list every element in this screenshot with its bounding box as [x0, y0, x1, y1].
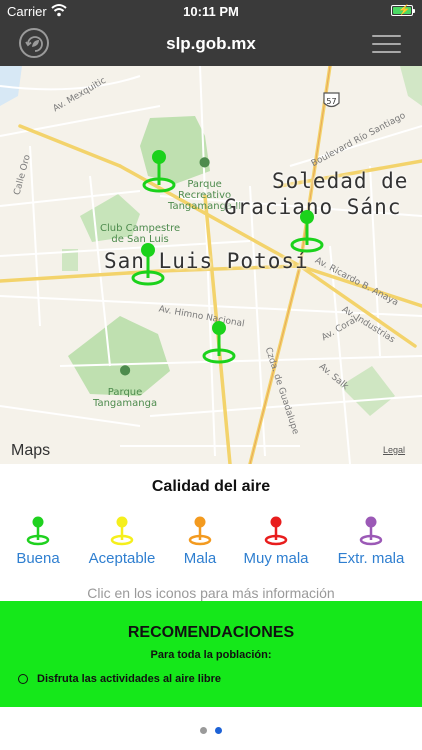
legend-title: Calidad del aire [151, 478, 271, 495]
legal-link[interactable]: Legal [383, 445, 405, 455]
legend-hint: Clic en los iconos para más información [87, 585, 335, 601]
page-dot-1[interactable] [200, 727, 207, 734]
station-marker[interactable] [289, 209, 325, 253]
recommendation-item: Disfruta las actividades al aire libre [37, 673, 222, 685]
bullet-icon [18, 674, 28, 684]
page-dot-2-active[interactable] [215, 727, 222, 734]
station-marker[interactable] [141, 149, 177, 193]
recommendations-subtitle: Para toda la población: [150, 649, 272, 661]
legend-label: Muy mala [243, 550, 309, 567]
park-label: Club Campestre de San Luis [100, 212, 180, 245]
clock: 10:11 PM [183, 4, 239, 19]
highway-number: 57 [326, 97, 336, 106]
legend-label: Extr. mala [337, 550, 405, 567]
pin-icon [264, 516, 288, 546]
legend-label: Aceptable [88, 550, 156, 567]
highway-shield-icon: 57 [323, 92, 340, 108]
status-bar: Carrier 10:11 PM ⚡ [0, 0, 422, 22]
city-label: Soledad de [272, 169, 409, 193]
park-name: Parque Tangamanga [93, 387, 158, 409]
maps-label: Maps [11, 442, 51, 459]
legend-item-muy-mala[interactable]: Muy mala [236, 516, 316, 567]
battery-charging-icon: ⚡ [391, 5, 415, 16]
park-icon: ⬤ [119, 365, 131, 376]
hamburger-menu-icon[interactable] [372, 35, 401, 53]
recommendations-title: RECOMENDACIONES [127, 624, 295, 641]
recommendations-panel: RECOMENDACIONES Para toda la población: … [0, 601, 422, 707]
legend-label: Buena [16, 550, 60, 567]
legend-label: Mala [183, 550, 217, 567]
nav-bar: slp.gob.mx [0, 22, 422, 66]
nav-title: slp.gob.mx [166, 34, 256, 53]
pin-icon [110, 516, 134, 546]
legend-item-mala[interactable]: Mala [160, 516, 240, 567]
air-quality-map[interactable]: 57 Av. Mexquitic Calle Oro Boulevard Río… [0, 66, 422, 464]
apple-maps-attribution: Maps [11, 442, 50, 460]
park-icon: ⬤ [198, 157, 211, 168]
legend-item-buena[interactable]: Buena [0, 516, 78, 567]
legend-item-extr-mala[interactable]: Extr. mala [331, 516, 411, 567]
pin-icon [359, 516, 383, 546]
park-label: ⬤ Parque Tangamanga [93, 354, 157, 409]
station-marker[interactable] [201, 320, 237, 364]
legend-item-aceptable[interactable]: Aceptable [82, 516, 162, 567]
station-marker[interactable] [130, 242, 166, 286]
pin-icon [26, 516, 50, 546]
pin-icon [188, 516, 212, 546]
